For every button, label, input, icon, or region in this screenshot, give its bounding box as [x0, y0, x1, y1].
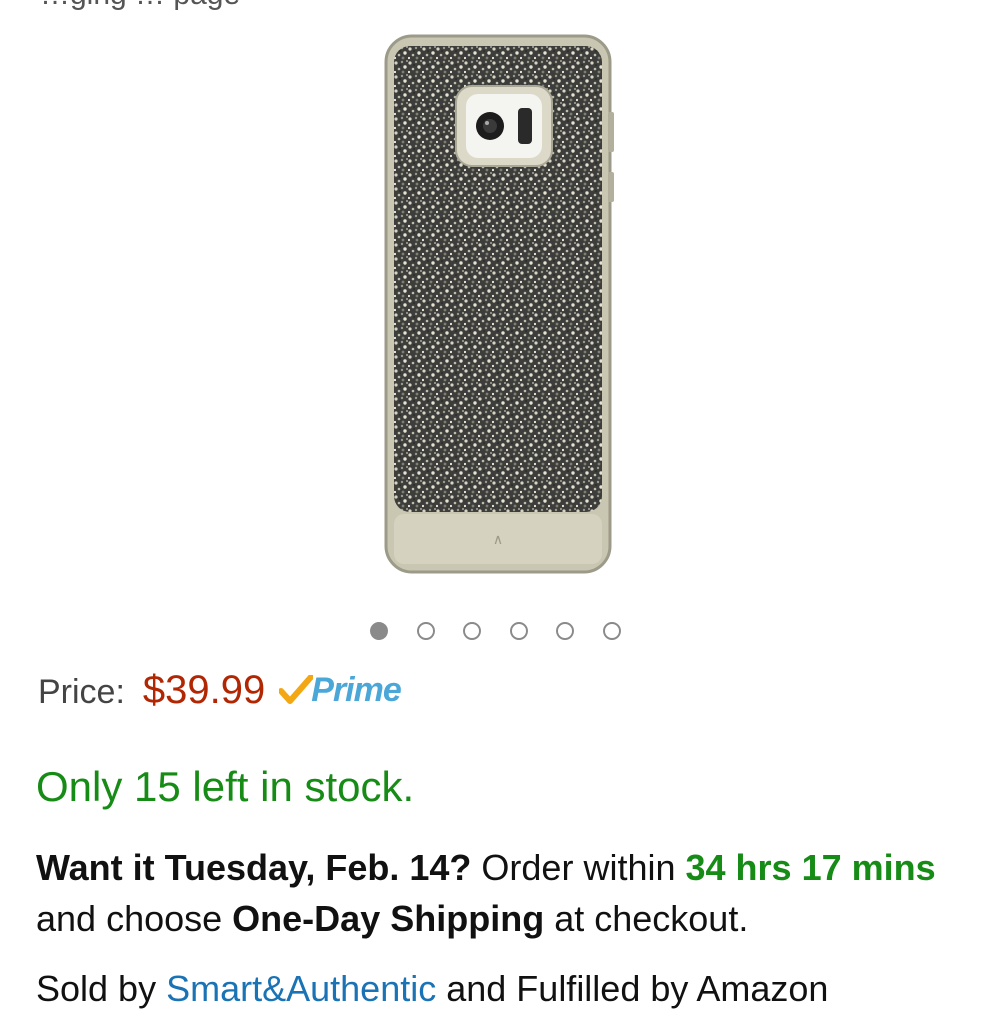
phone-case-illustration: ∧ [384, 34, 614, 574]
fulfilled-text: and Fulfilled by Amazon [446, 968, 829, 1009]
at-checkout-text: at checkout. [554, 898, 749, 939]
shipping-option: One-Day Shipping [232, 898, 545, 939]
seller-link[interactable]: Smart&Authentic [166, 968, 436, 1009]
prime-badge: Prime [279, 670, 402, 710]
carousel-dot-5[interactable] [556, 622, 575, 640]
prime-check-icon [279, 675, 314, 704]
cut-off-heading: …ging … page [40, 0, 240, 12]
prime-label: Prime [311, 670, 401, 709]
product-image[interactable]: ∧ [380, 32, 616, 576]
carousel-dot-6[interactable] [602, 622, 621, 640]
countdown-mins: mins [851, 847, 936, 888]
delivery-message: Want it Tuesday, Feb. 14? Order within 3… [36, 842, 966, 944]
delivery-date: Want it Tuesday, Feb. 14? [36, 847, 472, 888]
carousel-dot-3[interactable] [463, 622, 482, 640]
countdown-hours: 34 hrs 17 [685, 847, 842, 888]
sold-by-text: Sold by [36, 968, 157, 1009]
price-value: $39.99 [142, 668, 266, 712]
svg-text:∧: ∧ [493, 531, 503, 547]
order-within-text: Order within [481, 847, 676, 888]
seller-info: Sold by Smart&Authentic and Fulfilled by… [36, 968, 828, 1010]
price-label: Price: [38, 673, 125, 711]
stock-status: Only 15 left in stock. [36, 763, 415, 810]
carousel-dot-4[interactable] [509, 622, 528, 640]
choose-text: and choose [36, 898, 223, 939]
image-carousel-indicator [370, 622, 650, 640]
price-row: Price: $39.99 Prime [38, 668, 402, 713]
carousel-dot-2[interactable] [416, 622, 435, 640]
carousel-dot-1[interactable] [370, 622, 388, 640]
